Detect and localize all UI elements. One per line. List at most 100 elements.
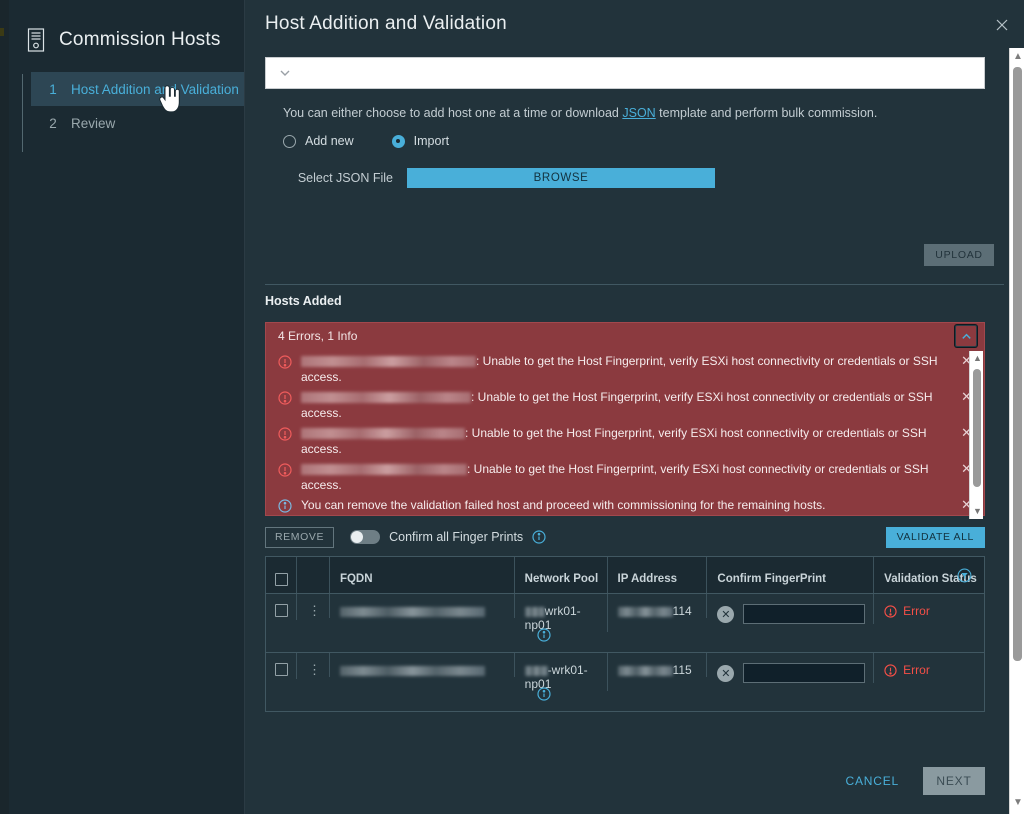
info-icon[interactable] <box>537 687 551 701</box>
table-row[interactable]: ⋮ wrk01-np01 114 ✕ Error <box>266 594 984 653</box>
column-header-ip-address[interactable]: IP Address <box>608 557 708 593</box>
kebab-menu-icon[interactable]: ⋮ <box>308 603 321 618</box>
row-checkbox[interactable] <box>275 663 288 676</box>
cancel-button[interactable]: CANCEL <box>840 773 905 789</box>
actions-header <box>297 557 330 593</box>
host-select-dropdown[interactable] <box>265 57 985 89</box>
info-icon <box>278 499 292 513</box>
edge-accent-mark <box>0 28 4 36</box>
mode-radio-group: Add new Import <box>283 134 1004 148</box>
ip-suffix: 115 <box>672 663 692 677</box>
step-label: Host Addition and Validation <box>71 81 239 97</box>
alert-item-text: You can remove the validation failed hos… <box>301 498 826 512</box>
redacted-fqdn <box>339 607 485 617</box>
confirm-all-fingerprints-toggle[interactable] <box>350 530 381 544</box>
wizard-footer: CANCEL NEXT <box>245 748 1009 814</box>
alert-item-text: : Unable to get the Host Fingerprint, ve… <box>301 461 950 493</box>
info-icon[interactable] <box>532 530 546 544</box>
confirm-all-fingerprints-label: Confirm all Finger Prints <box>389 530 524 544</box>
error-icon <box>278 463 292 477</box>
helper-text: You can either choose to add host one at… <box>283 106 1004 120</box>
redacted-ip-prefix <box>617 666 673 676</box>
radio-import[interactable]: Import <box>391 134 450 148</box>
json-template-link[interactable]: JSON <box>622 106 655 120</box>
scrollbar-thumb[interactable] <box>1013 67 1022 661</box>
alert-item: You can remove the validation failed hos… <box>266 495 984 515</box>
sidebar-item-review[interactable]: 2 Review <box>31 106 244 140</box>
file-select-row: Select JSON File BROWSE <box>283 168 1004 188</box>
column-header-network-pool[interactable]: Network Pool <box>515 557 608 593</box>
step-number: 2 <box>49 115 57 131</box>
window-left-edge <box>0 0 9 814</box>
alert-item: : Unable to get the Host Fingerprint, ve… <box>266 423 984 459</box>
radio-add-new[interactable]: Add new <box>283 134 354 148</box>
helper-prefix: You can either choose to add host one at… <box>283 106 623 120</box>
redacted-fqdn <box>339 666 485 676</box>
row-select-cell <box>266 653 297 679</box>
validate-all-button[interactable]: VALIDATE ALL <box>885 526 985 548</box>
step-label: Review <box>71 115 116 131</box>
next-button[interactable]: NEXT <box>923 767 985 795</box>
alert-list-scrollbar[interactable]: ▲ ▼ <box>969 351 983 519</box>
fingerprint-control: ✕ <box>717 604 873 624</box>
alert-summary-row: 4 Errors, 1 Info <box>266 323 984 349</box>
alert-summary-text: 4 Errors, 1 Info <box>278 329 358 343</box>
toggle-knob <box>351 531 364 543</box>
scrollbar-thumb[interactable] <box>973 369 981 487</box>
ip-suffix: 114 <box>672 604 692 618</box>
circle-x-icon[interactable]: ✕ <box>717 605 735 623</box>
filter-icon[interactable] <box>957 568 972 583</box>
wizard-title: Commission Hosts <box>9 0 244 60</box>
redacted-hostname <box>301 464 467 475</box>
upload-button[interactable]: UPLOAD <box>924 244 994 266</box>
column-header-confirm-fingerprint[interactable]: Confirm FingerPrint <box>707 557 875 593</box>
cell-confirm-fingerprint: ✕ <box>707 594 875 624</box>
step-number: 1 <box>49 81 57 97</box>
select-all-header <box>266 557 297 593</box>
status-badge: Error <box>884 604 984 618</box>
hosts-table: FQDN Network Pool IP Address Confirm Fin… <box>265 556 985 712</box>
validation-alert-banner: 4 Errors, 1 Info : Unable to get the Hos… <box>265 322 985 519</box>
close-icon[interactable] <box>994 17 1010 33</box>
row-checkbox[interactable] <box>275 604 288 617</box>
fingerprint-input[interactable] <box>743 663 866 683</box>
circle-x-icon[interactable]: ✕ <box>717 664 735 682</box>
cell-fqdn <box>330 653 515 677</box>
page-scrollbar[interactable]: ▲ ▼ <box>1009 48 1024 814</box>
error-icon <box>884 663 897 677</box>
confirm-all-fingerprints-group: Confirm all Finger Prints <box>350 530 546 544</box>
error-icon <box>278 391 292 405</box>
table-body: ⋮ wrk01-np01 114 ✕ Error ⋮ -wrk01-np01 1… <box>266 594 984 712</box>
scroll-down-arrow-icon[interactable]: ▼ <box>1013 798 1023 808</box>
scroll-up-arrow-icon[interactable]: ▲ <box>973 354 982 363</box>
redacted-hostname <box>301 392 471 403</box>
scroll-up-arrow-icon[interactable]: ▲ <box>1013 52 1023 62</box>
chevron-down-icon <box>278 66 292 80</box>
helper-suffix: template and perform bulk commission. <box>655 106 878 120</box>
error-icon <box>884 604 897 618</box>
cell-network-pool: -wrk01-np01 <box>515 653 608 701</box>
chevron-up-icon[interactable] <box>955 325 977 347</box>
column-header-fqdn[interactable]: FQDN <box>330 557 515 593</box>
column-header-validation-status[interactable]: Validation Status <box>874 557 984 593</box>
browse-button[interactable]: BROWSE <box>407 168 715 188</box>
kebab-menu-icon[interactable]: ⋮ <box>308 662 321 677</box>
fingerprint-input[interactable] <box>743 604 866 624</box>
page-header: Host Addition and Validation <box>245 0 1024 48</box>
sidebar-item-host-addition-and-validation[interactable]: 1 Host Addition and Validation <box>31 72 244 106</box>
alert-item-text: : Unable to get the Host Fingerprint, ve… <box>301 425 950 457</box>
server-tower-icon <box>25 27 47 53</box>
table-row[interactable]: ⋮ -wrk01-np01 115 ✕ Error <box>266 653 984 712</box>
remove-button[interactable]: REMOVE <box>265 526 335 548</box>
error-icon <box>278 355 292 369</box>
cell-confirm-fingerprint: ✕ <box>707 653 875 683</box>
alert-item: : Unable to get the Host Fingerprint, ve… <box>266 351 984 387</box>
wizard-sidebar: Commission Hosts 1 Host Addition and Val… <box>9 0 245 814</box>
scroll-down-arrow-icon[interactable]: ▼ <box>973 507 982 516</box>
cell-validation-status: Error <box>874 653 984 677</box>
wizard-title-text: Commission Hosts <box>59 29 221 50</box>
select-all-checkbox[interactable] <box>275 572 288 586</box>
info-icon[interactable] <box>537 628 551 642</box>
radio-import-label: Import <box>413 134 450 148</box>
alert-item: : Unable to get the Host Fingerprint, ve… <box>266 459 984 495</box>
